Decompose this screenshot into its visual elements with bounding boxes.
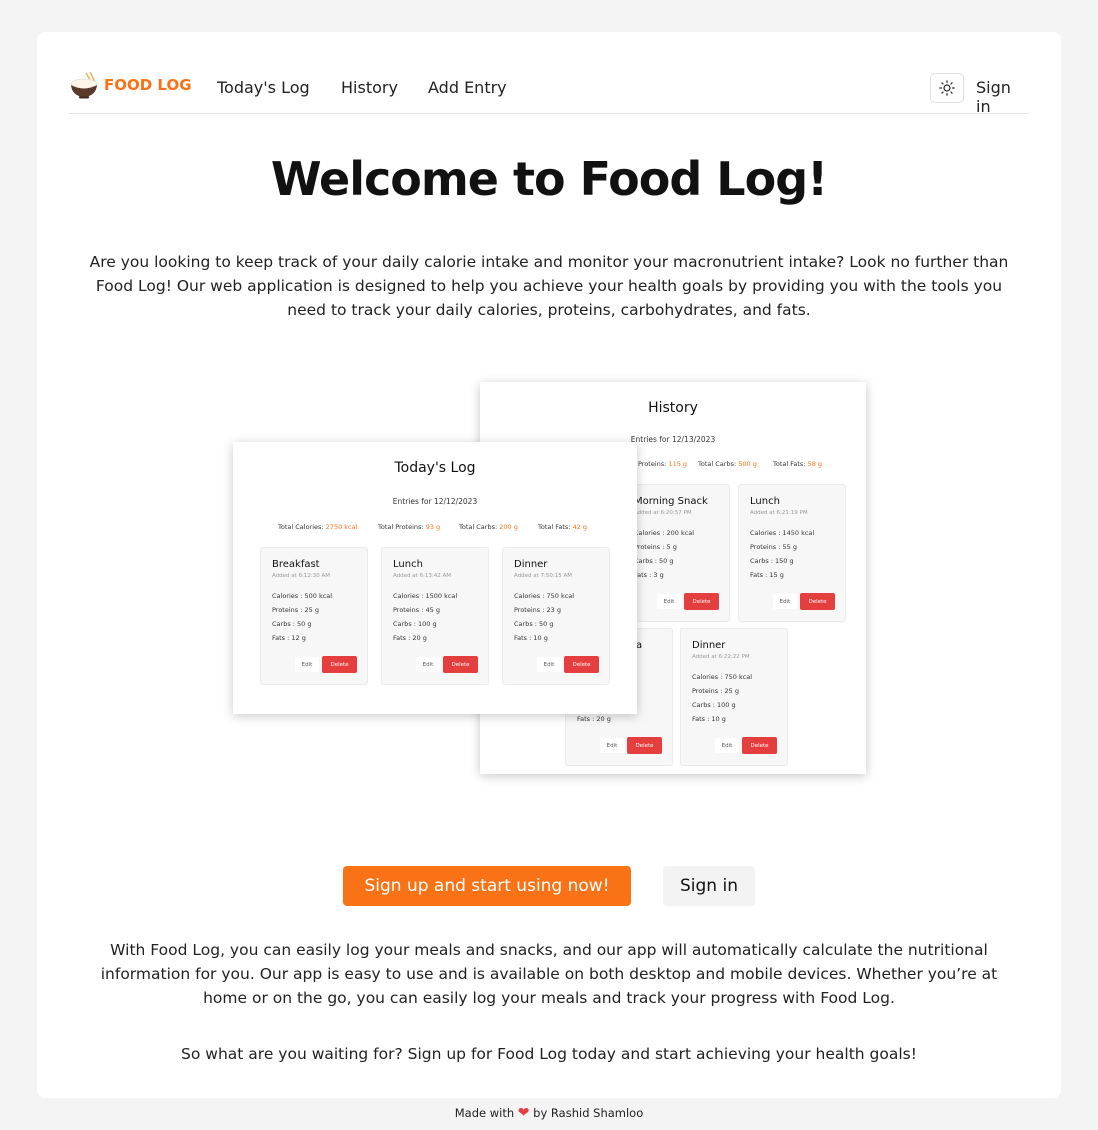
sun-icon bbox=[939, 80, 955, 96]
nav-todays-log[interactable]: Today's Log bbox=[217, 78, 310, 97]
history-stat: Proteins: 115 g bbox=[638, 460, 688, 468]
delete-button[interactable]: Delete bbox=[742, 737, 777, 754]
meal-line: Fats : 12 g bbox=[272, 634, 306, 642]
logo[interactable]: FOOD LOG bbox=[69, 70, 192, 100]
meal-name: Dinner bbox=[514, 559, 548, 570]
signin-cta-button[interactable]: Sign in bbox=[663, 866, 755, 906]
edit-button[interactable]: Edit bbox=[600, 738, 624, 753]
history-stat: Total Carbs: 500 g bbox=[698, 460, 757, 468]
meal-line: Calories : 750 kcal bbox=[514, 592, 575, 600]
meal-added: Added at 6:13:42 AM bbox=[393, 573, 452, 579]
meal-line: Fats : 15 g bbox=[750, 571, 784, 579]
meal-name: Lunch bbox=[750, 496, 780, 507]
intro-paragraph: Are you looking to keep track of your da… bbox=[89, 253, 1009, 319]
todays-log-title: Today's Log bbox=[394, 460, 476, 476]
top-navbar: FOOD LOG Today's Log History Add Entry S… bbox=[69, 68, 1029, 116]
nav-add-entry[interactable]: Add Entry bbox=[428, 78, 507, 97]
history-stat: Total Fats: 58 g bbox=[773, 460, 823, 468]
meal-added: Added at 6:21:19 PM bbox=[750, 510, 808, 516]
closing-paragraph: So what are you waiting for? Sign up for… bbox=[181, 1045, 917, 1063]
delete-button[interactable]: Delete bbox=[443, 656, 478, 673]
todays-stat: Total Calories: 2750 kcal bbox=[278, 523, 358, 531]
todays-log-screenshot: Today's Log Entries for 12/12/2023 Total… bbox=[233, 442, 637, 714]
todays-log-subtitle: Entries for 12/12/2023 bbox=[392, 497, 478, 506]
meal-line: Proteins : 45 g bbox=[393, 606, 440, 614]
edit-button[interactable]: Edit bbox=[295, 657, 319, 672]
meal-line: Proteins : 55 g bbox=[750, 543, 797, 551]
meal-line: Fats : 10 g bbox=[692, 715, 726, 723]
footer-prefix: Made with bbox=[454, 1106, 515, 1120]
delete-button[interactable]: Delete bbox=[564, 656, 599, 673]
meal-name: Dinner bbox=[692, 640, 726, 651]
history-meal-card: Morning Snack Added at 6:20:57 PM Calori… bbox=[622, 484, 730, 622]
meal-line: Fats : 3 g bbox=[634, 571, 664, 579]
edit-button[interactable]: Edit bbox=[537, 657, 561, 672]
meal-line: Fats : 20 g bbox=[577, 715, 611, 723]
meal-line: Calories : 1450 kcal bbox=[750, 529, 815, 537]
nav-history[interactable]: History bbox=[341, 78, 398, 97]
delete-button[interactable]: Delete bbox=[684, 593, 719, 610]
meal-name: Morning Snack bbox=[634, 496, 708, 507]
features-paragraph: With Food Log, you can easily log your m… bbox=[100, 941, 998, 1007]
footer: Made with ❤ by Rashid Shamloo bbox=[0, 1105, 1098, 1121]
delete-button[interactable]: Delete bbox=[800, 593, 835, 610]
history-meal-card: Lunch Added at 6:21:19 PM Calories : 145… bbox=[738, 484, 846, 622]
meal-added: Added at 7:50:15 AM bbox=[514, 573, 573, 579]
meal-line: Proteins : 25 g bbox=[272, 606, 319, 614]
rice-bowl-icon bbox=[70, 71, 98, 99]
todays-meal-card: Lunch Added at 6:13:42 AM Calories : 150… bbox=[381, 547, 489, 685]
edit-button[interactable]: Edit bbox=[416, 657, 440, 672]
footer-author: by Rashid Shamloo bbox=[533, 1106, 644, 1120]
meal-line: Carbs : 150 g bbox=[750, 557, 794, 565]
meal-line: Carbs : 100 g bbox=[692, 701, 736, 709]
nav-sign-in[interactable]: Sign in bbox=[976, 78, 1029, 116]
delete-button[interactable]: Delete bbox=[322, 656, 357, 673]
meal-line: Calories : 200 kcal bbox=[634, 529, 695, 537]
meal-line: Proteins : 5 g bbox=[634, 543, 677, 551]
meal-line: Carbs : 100 g bbox=[393, 620, 437, 628]
logo-text: FOOD LOG bbox=[104, 76, 192, 94]
meal-line: Proteins : 25 g bbox=[692, 687, 739, 695]
page-title: Welcome to Food Log! bbox=[270, 152, 828, 206]
meal-line: Carbs : 50 g bbox=[272, 620, 312, 628]
meal-added: Added at 6:12:30 AM bbox=[272, 573, 331, 579]
heart-icon: ❤ bbox=[517, 1105, 530, 1121]
meal-line: Calories : 500 kcal bbox=[272, 592, 333, 600]
todays-stat: Total Proteins: 93 g bbox=[378, 523, 441, 531]
signup-cta-button[interactable]: Sign up and start using now! bbox=[343, 866, 631, 906]
delete-button[interactable]: Delete bbox=[627, 737, 662, 754]
todays-meal-card: Breakfast Added at 6:12:30 AM Calories :… bbox=[260, 547, 368, 685]
edit-button[interactable]: Edit bbox=[715, 738, 739, 753]
meal-name: Lunch bbox=[393, 559, 423, 570]
meal-line: Calories : 750 kcal bbox=[692, 673, 753, 681]
meal-name: Breakfast bbox=[272, 559, 320, 570]
meal-line: Fats : 10 g bbox=[514, 634, 548, 642]
meal-added: Added at 6:20:57 PM bbox=[634, 510, 692, 516]
todays-stat: Total Carbs: 200 g bbox=[459, 523, 518, 531]
edit-button[interactable]: Edit bbox=[773, 594, 797, 609]
meal-line: Carbs : 50 g bbox=[634, 557, 674, 565]
main-card: FOOD LOG Today's Log History Add Entry S… bbox=[37, 32, 1061, 1098]
history-meal-card: Dinner Added at 6:22:22 PM Calories : 75… bbox=[680, 628, 788, 766]
meal-added: Added at 6:22:22 PM bbox=[692, 654, 750, 660]
todays-stat: Total Fats: 42 g bbox=[538, 523, 588, 531]
meal-line: Proteins : 23 g bbox=[514, 606, 561, 614]
todays-meal-card: Dinner Added at 7:50:15 AM Calories : 75… bbox=[502, 547, 610, 685]
history-title: History bbox=[648, 400, 698, 416]
theme-toggle-button[interactable] bbox=[930, 73, 964, 103]
meal-line: Calories : 1500 kcal bbox=[393, 592, 458, 600]
meal-line: Fats : 20 g bbox=[393, 634, 427, 642]
edit-button[interactable]: Edit bbox=[657, 594, 681, 609]
meal-line: Carbs : 50 g bbox=[514, 620, 554, 628]
